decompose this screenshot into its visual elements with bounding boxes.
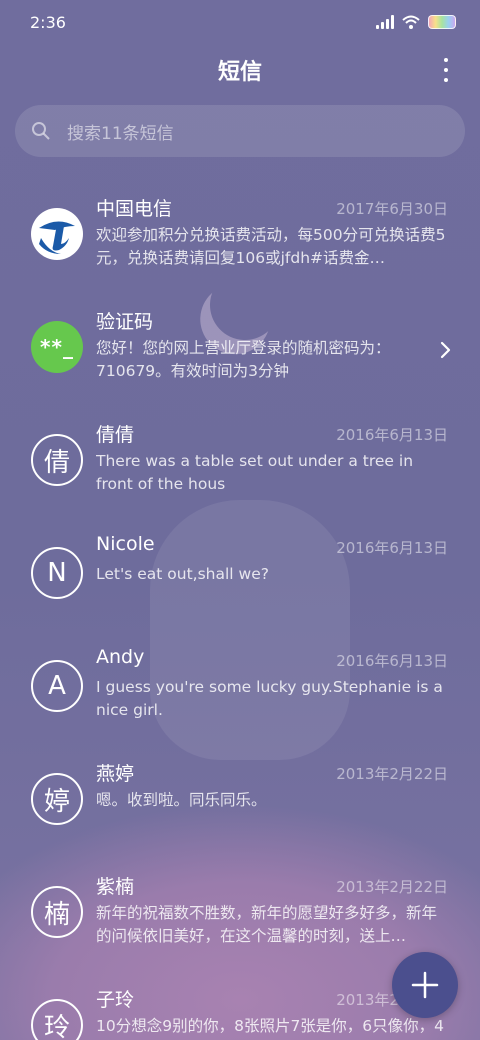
message-preview: Let's eat out,shall we? [96,565,269,583]
signal-icon [376,15,394,29]
wifi-icon [402,15,420,29]
conversation-item[interactable]: A Andy 2016年6月13日 I guess you're some lu… [0,632,480,745]
message-preview: 欢迎参加积分兑换话费活动，每500分可兑换话费5元，兑换话费请回复106或jfd… [96,226,446,267]
conversation-item[interactable]: N Nicole 2016年6月13日 Let's eat out,shall … [0,519,480,632]
contact-name: Nicole [96,533,155,555]
avatar: 婷 [31,773,83,825]
avatar: N [31,547,83,599]
message-date: 2013年2月22日 [336,878,448,896]
message-date: 2013年2月22日 [336,765,448,783]
status-icons [376,15,456,29]
message-preview: 嗯。收到啦。同乐同乐。 [96,791,267,809]
conversation-item[interactable]: 倩 倩倩 2016年6月13日 There was a table set ou… [0,406,480,519]
message-preview: 新年的祝福数不胜数，新年的愿望好多好多，新年的问候依旧美好，在这个温馨的时刻，送… [96,904,438,945]
page-title: 短信 [217,60,262,85]
message-preview: There was a table set out under a tree i… [96,452,414,493]
search-placeholder: 搜索11条短信 [67,123,174,144]
search-icon [32,122,50,140]
search-input[interactable]: 搜索11条短信 [15,105,465,157]
contact-name: 中国电信 [96,198,173,220]
battery-icon [428,15,456,29]
title-bar: 短信 [0,44,480,96]
contact-name: Andy [96,646,145,668]
message-date: 2016年6月13日 [336,539,448,557]
new-message-button[interactable] [392,952,458,1018]
conversation-item[interactable]: **_ 验证码 您好！您的网上营业厅登录的随机密码为：710679。有效时间为3… [0,293,480,406]
chevron-right-icon[interactable] [440,341,452,359]
avatar: 楠 [31,886,83,938]
contact-name: 燕婷 [96,763,135,785]
status-time: 2:36 [30,12,66,32]
conversation-item[interactable]: 中国电信 2017年6月30日 欢迎参加积分兑换话费活动，每500分可兑换话费5… [0,180,480,293]
message-date: 2016年6月13日 [336,426,448,444]
message-preview: 10分想念9别的你，8张照片7张是你，6只像你，4根骨头3根归你，2爪着地1定是… [96,1017,445,1035]
message-preview: I guess you're some lucky guy.Stephanie … [96,678,443,719]
china-telecom-logo-icon [31,208,83,260]
contact-name: 子玲 [96,989,135,1011]
message-date: 2016年6月13日 [336,652,448,670]
contact-name: 倩倩 [96,424,135,446]
avatar: A [31,660,83,712]
avatar: 玲 [31,999,83,1040]
contact-name: 紫楠 [96,876,135,898]
contact-name: 验证码 [96,311,154,333]
conversation-list: 中国电信 2017年6月30日 欢迎参加积分兑换话费活动，每500分可兑换话费5… [0,180,480,1040]
plus-icon [411,971,439,999]
message-preview: 您好！您的网上营业厅登录的随机密码为：710679。有效时间为3分钟 [96,339,391,380]
avatar: **_ [31,321,83,373]
status-bar: 2:36 [0,0,480,44]
conversation-item[interactable]: 婷 燕婷 2013年2月22日 嗯。收到啦。同乐同乐。 [0,745,480,858]
more-options-icon[interactable] [438,58,454,82]
conversation-item[interactable]: 楠 紫楠 2013年2月22日 新年的祝福数不胜数，新年的愿望好多好多，新年的问… [0,858,480,971]
avatar: 倩 [31,434,83,486]
message-date: 2017年6月30日 [336,200,448,218]
